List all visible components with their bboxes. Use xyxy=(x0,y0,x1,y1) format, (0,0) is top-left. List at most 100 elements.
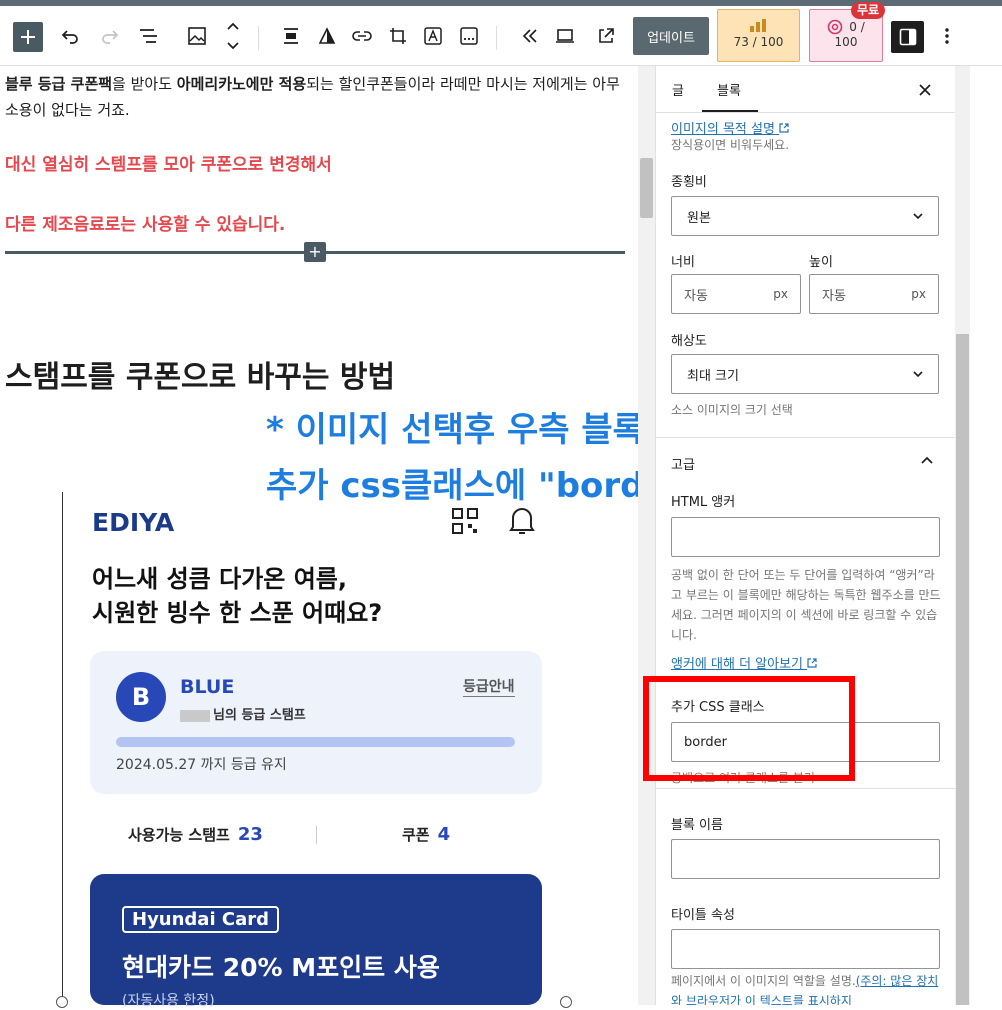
red-paragraph-2[interactable]: 다른 제조음료로는 사용할 수 있습니다. xyxy=(5,210,285,235)
block-inserter-button[interactable] xyxy=(13,22,43,52)
redo-icon xyxy=(102,30,119,44)
plus-icon xyxy=(21,30,35,44)
anchor-learn-more-link[interactable]: 앵커에 대해 더 알아보기 xyxy=(671,653,817,672)
tab-post[interactable]: 글 xyxy=(672,80,684,99)
image-block-button[interactable] xyxy=(185,24,209,48)
anchor-link-text: 앵커에 대해 더 알아보기 xyxy=(671,657,803,672)
height-input[interactable]: 자동 px xyxy=(809,274,939,314)
title-attribute-input[interactable] xyxy=(671,929,940,969)
external-link-icon xyxy=(779,123,789,133)
tab-block[interactable]: 블록 xyxy=(717,80,741,99)
more-options-box-button[interactable] xyxy=(457,24,481,48)
list-view-button[interactable] xyxy=(137,24,161,48)
width-label: 너비 xyxy=(671,255,695,270)
grade-name: BLUE xyxy=(180,676,235,698)
close-sidebar-button[interactable] xyxy=(918,78,932,102)
section-heading[interactable]: 스탬프를 쿠폰으로 바꾸는 방법 xyxy=(5,352,395,396)
coupon-count: 4 xyxy=(437,824,451,845)
html-anchor-input[interactable] xyxy=(671,517,940,557)
seo-score-badge[interactable]: 73 / 100 xyxy=(717,9,800,62)
vertical-ellipsis-icon xyxy=(945,28,949,44)
align-button[interactable] xyxy=(279,24,303,48)
update-button[interactable]: 업데이트 xyxy=(633,17,709,55)
card-promo-banner xyxy=(90,874,542,1005)
window-right-margin xyxy=(970,66,1002,1005)
seo-score-text: 73 / 100 xyxy=(733,35,784,49)
height-label: 높이 xyxy=(809,255,833,270)
preview-button[interactable] xyxy=(553,24,577,48)
external-link-icon xyxy=(599,28,614,43)
readability-score-bottom: 100 xyxy=(834,35,858,49)
move-block-arrows[interactable] xyxy=(224,18,242,54)
grade-subtitle: 님의 등급 스탬프 xyxy=(180,704,306,723)
hero-text: 어느새 성큼 다가온 여름, 시원한 빙수 한 스푼 어때요? xyxy=(92,562,382,630)
crop-button[interactable] xyxy=(386,24,410,48)
grade-subtitle-text: 님의 등급 스탬프 xyxy=(213,708,306,723)
height-unit: px xyxy=(911,287,926,301)
options-menu-button[interactable] xyxy=(936,24,958,48)
chevron-up-icon[interactable] xyxy=(920,455,934,465)
height-placeholder: 자동 xyxy=(822,288,846,304)
width-placeholder: 자동 xyxy=(684,288,708,304)
paragraph-block[interactable]: 블루 등급 쿠폰팩을 받아도 아메리카노에만 적용되는 할인쿠폰들이라 라떼만 … xyxy=(5,71,625,123)
toolbar-separator xyxy=(496,26,497,50)
resolution-help: 소스 이미지의 크기 선택 xyxy=(671,403,793,417)
sidebar-scrollbar[interactable] xyxy=(955,66,970,1005)
editor-scrollbar-thumb[interactable] xyxy=(640,158,653,218)
qr-code-icon xyxy=(452,508,478,534)
crop-icon xyxy=(390,28,406,44)
ediya-logo: EDIYA xyxy=(92,508,175,537)
redo-button[interactable] xyxy=(98,24,122,48)
undo-button[interactable] xyxy=(58,24,82,48)
paragraph-text: 을 받아도 xyxy=(112,75,177,93)
advanced-panel-title[interactable]: 고급 xyxy=(671,454,695,473)
alt-text-help: 장식용이면 비워두세요. xyxy=(671,138,790,152)
resolution-select[interactable]: 최대 크기 xyxy=(671,354,939,394)
resolution-label: 해상도 xyxy=(671,334,707,349)
width-unit: px xyxy=(773,287,788,301)
resize-handle-left[interactable] xyxy=(56,996,68,1008)
duotone-button[interactable] xyxy=(315,24,339,48)
bold-text: 아메리카노에만 적용 xyxy=(176,75,307,93)
html-anchor-label: HTML 앵커 xyxy=(671,495,736,510)
block-name-label: 블록 이름 xyxy=(671,818,723,833)
bold-text: 블루 등급 쿠폰팩 xyxy=(5,75,113,93)
editor-toolbar: 업데이트 73 / 100 0 / 100 무료 xyxy=(0,2,1002,66)
bell-icon xyxy=(509,508,535,534)
grade-keep-date: 2024.05.27 까지 등급 유지 xyxy=(116,757,287,773)
insert-block-between-button[interactable]: + xyxy=(304,242,326,262)
duotone-icon xyxy=(318,27,336,44)
view-post-button[interactable] xyxy=(594,24,618,48)
width-input[interactable]: 자동 px xyxy=(671,274,801,314)
title-attribute-help: 페이지에서 이 이미지의 역할을 설명.(주의: 많은 장치와 브라우저가 이 … xyxy=(671,971,943,1005)
sidebar-icon xyxy=(899,28,916,46)
text-overlay-icon xyxy=(424,27,442,45)
free-badge: 무료 xyxy=(851,2,886,19)
sidebar-scrollbar-thumb[interactable] xyxy=(956,334,969,1005)
red-paragraph-1[interactable]: 대신 열심히 스템프를 모아 쿠폰으로 변경해서 xyxy=(5,150,332,175)
image-icon xyxy=(188,27,206,45)
hyundai-card-logo: Hyundai Card xyxy=(122,906,280,933)
editor-scrollbar[interactable] xyxy=(638,66,655,1005)
collapse-button[interactable] xyxy=(518,24,542,48)
close-icon xyxy=(919,84,931,96)
aspect-ratio-value: 원본 xyxy=(687,210,711,226)
chevron-down-icon xyxy=(913,213,923,220)
link-icon xyxy=(352,31,372,41)
link-button[interactable] xyxy=(350,24,374,48)
highlight-annotation-box xyxy=(643,676,855,781)
hero-line-1: 어느새 성큼 다가온 여름, xyxy=(92,565,347,593)
aspect-ratio-select[interactable]: 원본 xyxy=(671,196,939,236)
chevron-up-down-icon xyxy=(227,22,239,50)
coupon-count-row: 쿠폰 4 xyxy=(402,824,450,845)
resize-handle-right[interactable] xyxy=(560,996,572,1008)
text-overlay-button[interactable] xyxy=(421,24,445,48)
align-icon xyxy=(284,28,298,44)
block-name-input[interactable] xyxy=(671,839,940,879)
blurred-username xyxy=(180,709,210,722)
toolbar-separator xyxy=(258,26,259,50)
bar-chart-icon xyxy=(749,19,766,32)
settings-sidebar-toggle[interactable] xyxy=(891,21,924,53)
at-sign-icon xyxy=(827,19,843,35)
desktop-icon xyxy=(556,29,574,43)
